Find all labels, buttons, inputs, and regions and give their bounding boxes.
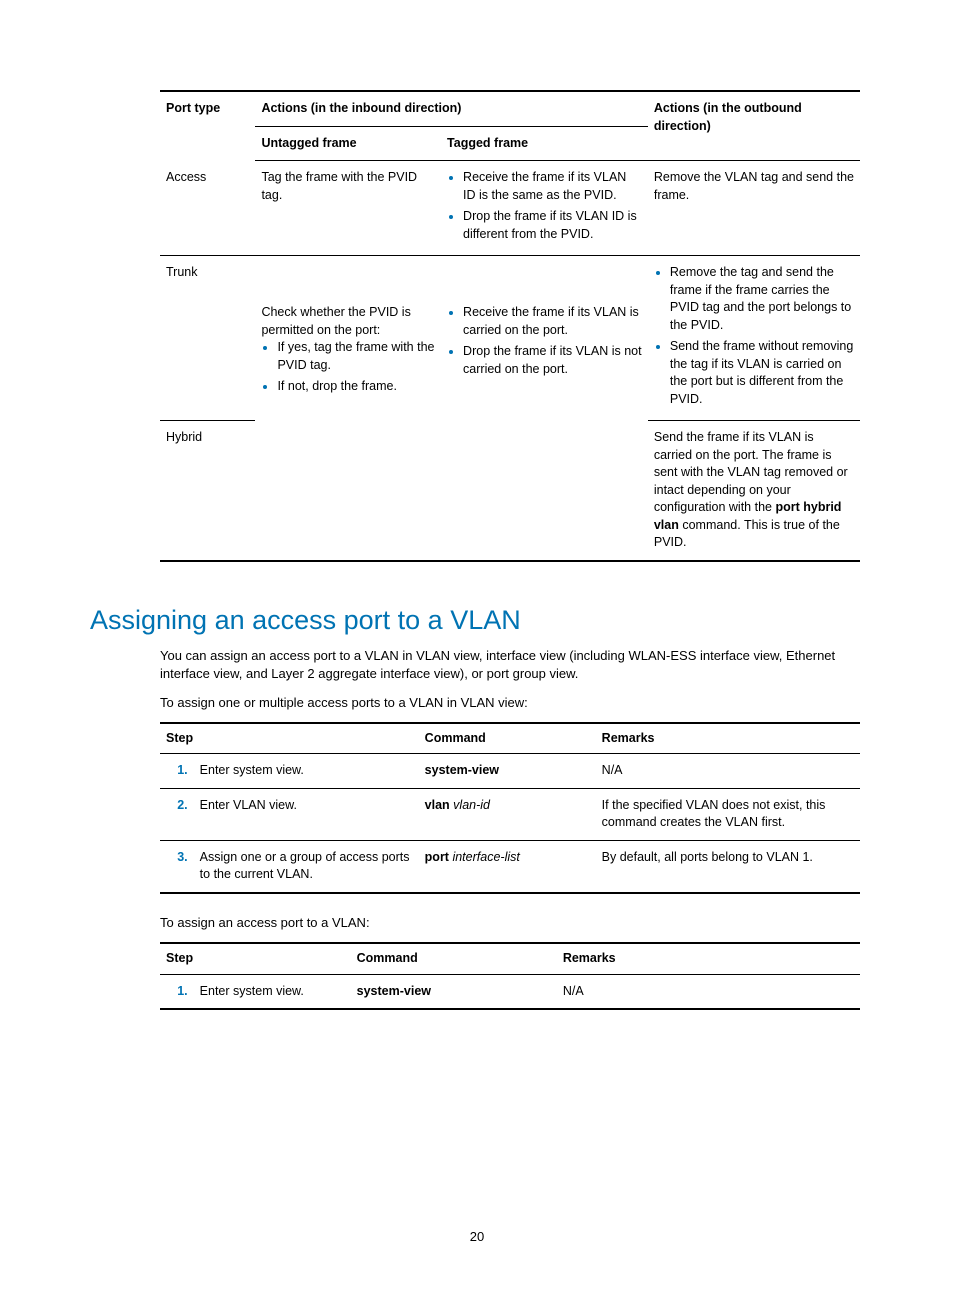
- text: Tag the frame with the PVID tag.: [261, 170, 417, 202]
- page-number: 20: [0, 1228, 954, 1246]
- text: interface-list: [449, 850, 520, 864]
- vlan-port-table: Port type Actions (in the inbound direct…: [160, 90, 860, 562]
- cell-outbound: Remove the tag and send the frame if the…: [648, 256, 860, 421]
- text: Access: [166, 170, 206, 184]
- table-row: 1. Enter system view. system-view N/A: [160, 754, 860, 789]
- text: Tagged frame: [447, 136, 528, 150]
- list-item: Receive the frame if its VLAN is carried…: [463, 304, 642, 339]
- step-number: 3.: [160, 840, 194, 893]
- text: 20: [470, 1229, 484, 1244]
- th-command: Command: [419, 723, 596, 754]
- command-text: system-view: [351, 974, 557, 1009]
- document-page: Port type Actions (in the inbound direct…: [0, 0, 954, 1296]
- table-row: 3. Assign one or a group of access ports…: [160, 840, 860, 893]
- list-item: If not, drop the frame.: [277, 378, 435, 396]
- text: Trunk: [166, 265, 198, 279]
- text: If not, drop the frame.: [277, 379, 397, 393]
- list-item: If yes, tag the frame with the PVID tag.: [277, 339, 435, 374]
- command-text: system-view: [419, 754, 596, 789]
- th-command: Command: [351, 943, 557, 974]
- list-item: Receive the frame if its VLAN ID is the …: [463, 169, 642, 204]
- step-text: Enter system view.: [194, 754, 419, 789]
- remarks-text: N/A: [557, 974, 860, 1009]
- th-actions-out: Actions (in the outbound direction): [648, 91, 860, 161]
- text: direction): [654, 119, 711, 133]
- text: Untagged frame: [261, 136, 356, 150]
- text: Hybrid: [166, 430, 202, 444]
- paragraph: To assign an access port to a VLAN:: [160, 914, 860, 932]
- text: Port type: [166, 101, 220, 115]
- th-untagged: Untagged frame: [255, 126, 441, 161]
- th-remarks: Remarks: [557, 943, 860, 974]
- list-item: Send the frame without removing the tag …: [670, 338, 854, 408]
- text: Actions (in the inbound direction): [261, 101, 461, 115]
- text: If yes, tag the frame with the PVID tag.: [277, 340, 434, 372]
- list-item: Drop the frame if its VLAN ID is differe…: [463, 208, 642, 243]
- intro-text: You can assign an access port to a VLAN …: [160, 647, 860, 683]
- step-table-vlan-view: Step Command Remarks 1. Enter system vie…: [160, 722, 860, 894]
- th-actions-in: Actions (in the inbound direction): [255, 91, 647, 126]
- text: Send the frame without removing the tag …: [670, 339, 853, 406]
- step-number: 1.: [160, 974, 194, 1009]
- remarks-text: By default, all ports belong to VLAN 1.: [596, 840, 860, 893]
- list-item: Remove the tag and send the frame if the…: [670, 264, 854, 334]
- cell-port-type: Trunk: [160, 256, 255, 421]
- text: port: [425, 850, 449, 864]
- paragraph: You can assign an access port to a VLAN …: [160, 647, 860, 712]
- lead-text: To assign one or multiple access ports t…: [160, 694, 860, 712]
- text: vlan-id: [450, 798, 490, 812]
- text: vlan: [425, 798, 450, 812]
- text: Remove the tag and send the frame if the…: [670, 265, 851, 332]
- text: Actions (in the outbound: [654, 101, 802, 115]
- step-table-access-port: Step Command Remarks 1. Enter system vie…: [160, 942, 860, 1010]
- lead-text: To assign an access port to a VLAN:: [160, 914, 860, 932]
- command-text: vlan vlan-id: [419, 788, 596, 840]
- text: Receive the frame if its VLAN is carried…: [463, 305, 639, 337]
- step-text: Assign one or a group of access ports to…: [194, 840, 419, 893]
- cell-tagged: Receive the frame if its VLAN is carried…: [441, 256, 648, 561]
- section-heading: Assigning an access port to a VLAN: [90, 602, 864, 640]
- remarks-text: If the specified VLAN does not exist, th…: [596, 788, 860, 840]
- cell-untagged: Tag the frame with the PVID tag.: [255, 161, 441, 256]
- list-item: Drop the frame if its VLAN is not carrie…: [463, 343, 642, 378]
- th-tagged: Tagged frame: [441, 126, 648, 161]
- th-step: Step: [160, 723, 419, 754]
- text: Step: [166, 951, 193, 965]
- text: Command: [425, 731, 486, 745]
- cell-tagged: Receive the frame if its VLAN ID is the …: [441, 161, 648, 256]
- text: system-view: [357, 984, 431, 998]
- step-number: 2.: [160, 788, 194, 840]
- cell-outbound: Send the frame if its VLAN is carried on…: [648, 421, 860, 561]
- text: command. This is true of the PVID.: [654, 518, 840, 550]
- cell-port-type: Hybrid: [160, 421, 255, 561]
- th-step: Step: [160, 943, 351, 974]
- table-row: 1. Enter system view. system-view N/A: [160, 974, 860, 1009]
- text: Remove the VLAN tag and send the frame.: [654, 170, 854, 202]
- text: Step: [166, 731, 193, 745]
- th-port-type: Port type: [160, 91, 255, 161]
- row-access: Access Tag the frame with the PVID tag. …: [160, 161, 860, 256]
- text: system-view: [425, 763, 499, 777]
- text: Drop the frame if its VLAN ID is differe…: [463, 209, 637, 241]
- step-number: 1.: [160, 754, 194, 789]
- th-remarks: Remarks: [596, 723, 860, 754]
- row-trunk: Trunk Check whether the PVID is permitte…: [160, 256, 860, 421]
- step-text: Enter VLAN view.: [194, 788, 419, 840]
- text: Command: [357, 951, 418, 965]
- step-text: Enter system view.: [194, 974, 351, 1009]
- text: Check whether the PVID is permitted on t…: [261, 305, 410, 337]
- text: Remarks: [602, 731, 655, 745]
- cell-port-type: Access: [160, 161, 255, 256]
- text: Assigning an access port to a VLAN: [90, 605, 521, 635]
- text: Receive the frame if its VLAN ID is the …: [463, 170, 626, 202]
- cell-untagged: Check whether the PVID is permitted on t…: [255, 256, 441, 561]
- remarks-text: N/A: [596, 754, 860, 789]
- text: Drop the frame if its VLAN is not carrie…: [463, 344, 642, 376]
- text: Remarks: [563, 951, 616, 965]
- command-text: port interface-list: [419, 840, 596, 893]
- cell-outbound: Remove the VLAN tag and send the frame.: [648, 161, 860, 256]
- table-row: 2. Enter VLAN view. vlan vlan-id If the …: [160, 788, 860, 840]
